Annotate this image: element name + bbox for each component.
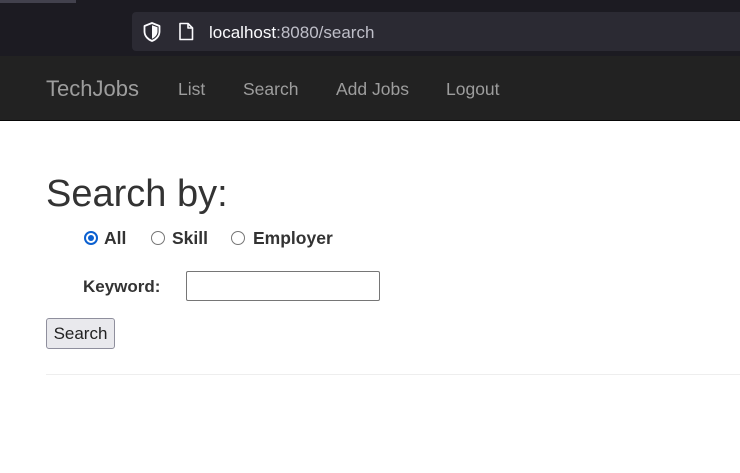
url-path: :8080/search (276, 23, 375, 42)
nav-link-list[interactable]: List (178, 78, 205, 100)
shield-icon[interactable] (143, 22, 161, 42)
nav-link-search[interactable]: Search (243, 78, 298, 100)
browser-tab-strip (0, 0, 76, 3)
radio-employer[interactable] (231, 231, 245, 245)
page-icon[interactable] (178, 22, 194, 41)
radio-all-label[interactable]: All (104, 228, 126, 249)
nav-link-add-jobs[interactable]: Add Jobs (336, 78, 409, 100)
keyword-input[interactable] (186, 271, 380, 301)
radio-employer-label[interactable]: Employer (253, 228, 333, 249)
divider (46, 374, 740, 375)
page-title: Search by: (46, 173, 228, 215)
radio-skill[interactable] (151, 231, 165, 245)
browser-toolbar: localhost:8080/search (0, 0, 740, 56)
radio-all[interactable] (84, 231, 98, 245)
url-host: localhost (209, 23, 277, 42)
url-text[interactable]: localhost:8080/search (209, 22, 374, 43)
keyword-label: Keyword: (83, 277, 161, 296)
search-button[interactable]: Search (46, 318, 115, 349)
brand-link[interactable]: TechJobs (46, 76, 139, 102)
radio-skill-label[interactable]: Skill (172, 228, 208, 249)
nav-link-logout[interactable]: Logout (446, 78, 500, 100)
